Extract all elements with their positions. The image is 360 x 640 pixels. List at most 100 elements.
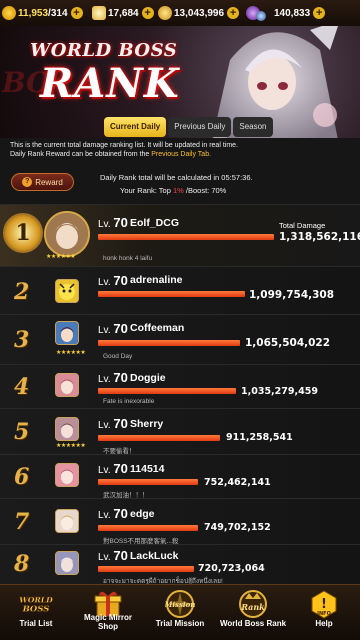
nav-world-boss-rank[interactable]: Rank World Boss Rank [218, 585, 288, 640]
star-rating: ★★★★★★ [56, 443, 86, 449]
player-name: Doggie [130, 372, 166, 384]
svg-text:WORLD: WORLD [19, 595, 53, 604]
add-stamina-button[interactable]: + [70, 7, 83, 19]
your-rank-boost: /Boost: 70% [183, 186, 227, 195]
player-level: Lv. 70 [98, 548, 128, 563]
ranking-row[interactable]: 7 Lv. 70 edge 749,702,152 對BOSS不用那麼客氣...… [0, 498, 360, 545]
ranking-row[interactable]: 3 ★★★★★★ Lv. 70 Coffeeman 1,065,504,022 … [0, 314, 360, 364]
level-value: 70 [113, 215, 128, 230]
points-value: 140,833 [274, 7, 311, 19]
your-rank-value: 1% [172, 186, 184, 195]
nav-label: Magic Mirror Shop [83, 613, 132, 631]
avatar[interactable] [44, 211, 90, 257]
damage-value: 1,065,504,022 [245, 337, 331, 349]
rank-number: 7 [14, 509, 30, 535]
level-prefix: Lv. [98, 374, 111, 385]
player-name: Sherry [130, 418, 164, 430]
level-value: 70 [113, 416, 128, 431]
player-bio: Good Day [103, 353, 133, 360]
add-points-button[interactable]: + [313, 7, 326, 19]
info-icon: ! INFO [307, 589, 341, 619]
gems-resource: 17,684 + [92, 5, 154, 21]
svg-text:Mission: Mission [165, 600, 195, 609]
info-line-1: This is the current total damage ranking… [10, 142, 238, 149]
damage-bar [98, 566, 194, 572]
points-resource: 140,833 + [246, 5, 326, 21]
your-rank: Your Rank: Top 1% /Boost: 70% [120, 186, 226, 195]
character-portrait-icon [56, 322, 78, 344]
player-level: Lv. 70 [98, 273, 128, 288]
avatar[interactable] [55, 373, 79, 397]
previous-daily-link[interactable]: Previous Daily Tab. [151, 151, 211, 158]
player-level: Lv. 70 [98, 370, 128, 385]
player-name: Eolf_DCG [130, 217, 180, 229]
info-line-2-text: Daily Rank Reward can be obtained from t… [10, 151, 152, 158]
bottom-navigation: WORLD BOSS Trial List Magic Mirror Shop M… [0, 584, 360, 640]
damage-bar [98, 525, 198, 531]
rank-number: 5 [14, 419, 30, 445]
stamina-max: /314 [48, 7, 68, 19]
avatar[interactable] [55, 463, 79, 487]
level-prefix: Lv. [98, 465, 111, 476]
level-prefix: Lv. [98, 277, 111, 288]
rank-icon: Rank [236, 589, 270, 619]
player-name: 114514 [130, 463, 165, 475]
stamina-value: 11,953 [18, 7, 49, 19]
nav-trial-list[interactable]: WORLD BOSS Trial List [4, 585, 68, 640]
svg-text:Rank: Rank [240, 602, 265, 612]
character-portrait-icon [56, 552, 78, 574]
rank-number: 1 [15, 220, 31, 246]
stamina-icon [2, 6, 16, 20]
svg-text:BOSS: BOSS [22, 605, 50, 615]
logo-world-boss: WORLD BOSS [30, 40, 178, 61]
ranking-row[interactable]: 4 Lv. 70 Doggie 1,035,279,459 Fate is in… [0, 364, 360, 408]
info-line-2: Daily Rank Reward can be obtained from t… [10, 151, 211, 158]
tab-previous-daily[interactable]: Previous Daily [168, 117, 232, 137]
nav-label: Trial Mission [155, 619, 205, 628]
gold-coin-icon [158, 6, 172, 20]
player-level: Lv. 70 [98, 321, 128, 336]
reward-button[interactable]: ? Reward [11, 173, 74, 191]
level-prefix: Lv. [98, 325, 111, 336]
rank-number: 8 [14, 551, 30, 577]
damage-bar [98, 479, 198, 485]
avatar[interactable] [55, 279, 79, 303]
character-portrait-icon [46, 213, 88, 255]
player-bio: Fate is inexorable [103, 398, 155, 405]
tab-current-daily[interactable]: Current Daily [104, 117, 167, 137]
avatar[interactable] [55, 417, 79, 441]
player-level: Lv. 70 [98, 506, 128, 521]
ranking-row[interactable]: 2 Lv. 70 adrenaline 1,099,754,308 [0, 266, 360, 314]
nav-label: Trial List [19, 619, 53, 628]
nav-help[interactable]: ! INFO Help [292, 585, 356, 640]
character-portrait-icon [56, 418, 78, 440]
player-level: Lv. 70 [98, 461, 128, 476]
question-icon: ? [22, 177, 33, 187]
level-value: 70 [113, 506, 128, 521]
level-value: 70 [113, 321, 128, 336]
ranking-row[interactable]: 6 Lv. 70 114514 752,462,141 武汉加油！！！ [0, 454, 360, 499]
add-gems-button[interactable]: + [141, 7, 154, 19]
your-rank-prefix: Your Rank: Top [120, 186, 173, 195]
nav-trial-mission[interactable]: Mission Trial Mission [148, 585, 212, 640]
gold-resource: 13,043,996 + [158, 5, 240, 21]
tab-season[interactable]: Season [233, 117, 273, 137]
rank-number: 2 [14, 279, 30, 305]
add-gold-button[interactable]: + [227, 7, 240, 19]
player-level: Lv. 70 [98, 215, 128, 230]
damage-bar [98, 435, 220, 441]
player-name: LackLuck [130, 550, 179, 562]
avatar[interactable] [55, 321, 79, 345]
character-portrait-icon [59, 283, 75, 300]
ranking-row[interactable]: 1 ★★★★★★ Lv. 70 Eolf_DCG Total Damage 1,… [0, 204, 360, 266]
avatar[interactable] [55, 509, 79, 533]
ranking-row[interactable]: 5 ★★★★★★ Lv. 70 Sherry 911,258,541 不要偷看！ [0, 408, 360, 455]
damage-value: 911,258,541 [226, 432, 293, 443]
rank-number: 3 [14, 327, 30, 353]
level-value: 70 [113, 273, 128, 288]
avatar[interactable] [55, 551, 79, 575]
rank-number: 6 [14, 464, 30, 490]
player-name: adrenaline [130, 274, 183, 286]
nav-magic-mirror-shop[interactable]: Magic Mirror Shop [76, 585, 140, 640]
ranking-row[interactable]: 8 Lv. 70 LackLuck 720,723,064 อาจจะมาจะด… [0, 544, 360, 585]
